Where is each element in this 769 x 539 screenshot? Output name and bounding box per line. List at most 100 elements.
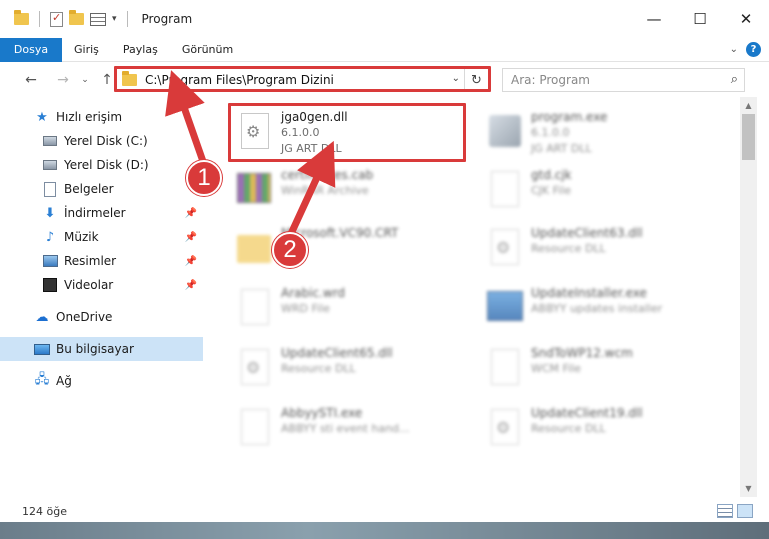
disk-icon (42, 157, 58, 173)
file-item-abbyysti-exe[interactable]: AbbyySTI.exe ABBYY sti event hand... (231, 401, 481, 457)
minimize-button[interactable]: — (631, 0, 677, 38)
nav-item-label: Resimler (64, 254, 117, 268)
network-icon: 🖧 (34, 372, 50, 387)
file-item-sndtowp12-wcm[interactable]: SndToWP12.wcm WCM File (481, 341, 731, 397)
nav-item-label: Bu bilgisayar (56, 342, 134, 356)
tab-view[interactable]: Görünüm (170, 38, 245, 62)
file-item-microsoft-vc90-crt[interactable]: Microsoft.VC90.CRT (231, 221, 481, 277)
customize-dropdown-icon[interactable]: ▾ (112, 14, 117, 24)
vertical-scrollbar[interactable]: ▲ ▼ (740, 97, 757, 497)
folder-icon (235, 225, 275, 273)
scroll-thumb[interactable] (742, 114, 755, 160)
item-count: 124 öğe (22, 504, 67, 518)
back-arrow-icon[interactable]: ← (20, 72, 42, 88)
file-version: 6.1.0.0 (281, 126, 320, 139)
music-icon: ♪ (45, 229, 55, 245)
nav-item-downloads[interactable]: ⬇ İndirmeler 📌 (0, 201, 203, 225)
installer-file-icon (485, 285, 525, 333)
pin-icon[interactable]: 📌 (185, 280, 197, 291)
nav-item-pictures[interactable]: Resimler 📌 (0, 249, 203, 273)
generic-file-icon (485, 167, 525, 215)
folder-icon (122, 71, 137, 86)
view-icon[interactable] (90, 12, 106, 26)
scroll-down-icon[interactable]: ▼ (740, 480, 757, 497)
file-name: UpdateClient19.dll (531, 406, 643, 420)
search-input[interactable]: Ara: Program ⌕ (502, 68, 745, 92)
search-placeholder: Ara: Program (511, 73, 590, 87)
window-controls: — ☐ ✕ (631, 0, 769, 38)
file-item-updateinstaller-exe[interactable]: UpdateInstaller.exe ABBYY updates instal… (481, 281, 731, 337)
tab-share[interactable]: Paylaş (111, 38, 170, 62)
file-type: ABBYY sti event hand... (281, 422, 410, 435)
new-folder-icon[interactable] (69, 10, 84, 25)
search-icon[interactable]: ⌕ (731, 72, 738, 87)
nav-item-videos[interactable]: Videolar 📌 (0, 273, 203, 297)
star-icon: ★ (36, 109, 48, 125)
nav-item-label: İndirmeler (64, 206, 126, 220)
recent-dropdown-icon[interactable]: ⌄ (74, 75, 96, 85)
large-icons-view-icon[interactable] (737, 504, 753, 518)
file-item-updateclient63-dll[interactable]: UpdateClient63.dll Resource DLL (481, 221, 731, 277)
nav-item-label: Yerel Disk (C:) (64, 134, 148, 148)
disk-icon (42, 133, 58, 149)
nav-item-label: Yerel Disk (D:) (64, 158, 149, 172)
file-item-program-exe[interactable]: program.exe 6.1.0.0 JG ART DLL (481, 105, 731, 161)
file-item-arabic-wrd[interactable]: Arabic.wrd WRD File (231, 281, 481, 337)
ribbon-tabs: Dosya Giriş Paylaş Görünüm ⌄ ? (0, 37, 769, 62)
window-title: Program (141, 12, 193, 26)
dll-file-icon (235, 109, 275, 157)
tab-home[interactable]: Giriş (62, 38, 111, 62)
exe-file-icon (485, 109, 525, 157)
nav-item-label: Videolar (64, 278, 114, 292)
file-name: jga0gen.dll (281, 110, 348, 124)
generic-file-icon (485, 345, 525, 393)
details-view-icon[interactable] (717, 504, 733, 518)
file-type: CJK File (531, 184, 572, 197)
nav-item-local-disk-d[interactable]: Yerel Disk (D:) (0, 153, 203, 177)
title-bar: ▾ Program — ☐ ✕ (0, 0, 769, 38)
expand-ribbon-icon[interactable]: ⌄ (730, 44, 738, 55)
navigation-bar: ← → ⌄ ↑ C:\Program Files\Program Dizini … (0, 63, 769, 97)
nav-item-music[interactable]: ♪ Müzik 📌 (0, 225, 203, 249)
file-name: Arabic.wrd (281, 286, 346, 300)
dll-file-icon (235, 345, 275, 393)
this-pc-icon (34, 341, 50, 357)
address-path[interactable]: C:\Program Files\Program Dizini (145, 73, 334, 87)
pin-icon[interactable]: 📌 (185, 232, 197, 243)
scroll-up-icon[interactable]: ▲ (740, 97, 757, 114)
documents-icon (42, 181, 58, 197)
properties-icon[interactable] (50, 11, 63, 27)
forward-arrow-icon[interactable]: → (52, 72, 74, 88)
nav-item-this-pc[interactable]: Bu bilgisayar (0, 337, 203, 361)
generic-file-icon (235, 285, 275, 333)
file-name: UpdateClient63.dll (531, 226, 643, 240)
file-item-jga0gen-dll[interactable]: jga0gen.dll 6.1.0.0 JG ART DLL (231, 105, 481, 161)
pin-icon[interactable]: 📌 (185, 208, 197, 219)
file-name: SndToWP12.wcm (531, 346, 633, 360)
tab-file[interactable]: Dosya (0, 37, 62, 62)
nav-item-local-disk-c[interactable]: Yerel Disk (C:) (0, 129, 203, 153)
folder-icon[interactable] (14, 10, 29, 25)
downloads-icon: ⬇ (44, 205, 56, 221)
pin-icon[interactable]: 📌 (185, 256, 197, 267)
file-item-certificates-cab[interactable]: certificates.cab WinRAR Archive (231, 163, 481, 219)
nav-item-quick-access[interactable]: ★ Hızlı erişim (0, 105, 203, 129)
file-item-updateclient19-dll[interactable]: UpdateClient19.dll Resource DLL (481, 401, 731, 457)
nav-item-label: Müzik (64, 230, 99, 244)
dll-file-icon (485, 405, 525, 453)
file-item-gtd-cjk[interactable]: gtd.cjk CJK File (481, 163, 731, 219)
file-item-updateclient65-dll[interactable]: UpdateClient65.dll Resource DLL (231, 341, 481, 397)
nav-item-documents[interactable]: Belgeler (0, 177, 203, 201)
address-bar[interactable]: C:\Program Files\Program Dizini ⌄ ↻ (115, 68, 489, 92)
nav-item-onedrive[interactable]: ☁ OneDrive (0, 305, 203, 329)
desktop-background-strip (0, 522, 769, 539)
maximize-button[interactable]: ☐ (677, 0, 723, 38)
file-version: 6.1.0.0 (531, 126, 570, 139)
refresh-icon[interactable]: ↻ (464, 69, 488, 91)
file-name: UpdateInstaller.exe (531, 286, 647, 300)
address-dropdown-icon[interactable]: ⌄ (452, 73, 460, 84)
close-button[interactable]: ✕ (723, 0, 769, 38)
help-icon[interactable]: ? (746, 42, 761, 57)
nav-item-network[interactable]: 🖧 Ağ (0, 369, 203, 393)
nav-item-label: Hızlı erişim (56, 110, 123, 124)
